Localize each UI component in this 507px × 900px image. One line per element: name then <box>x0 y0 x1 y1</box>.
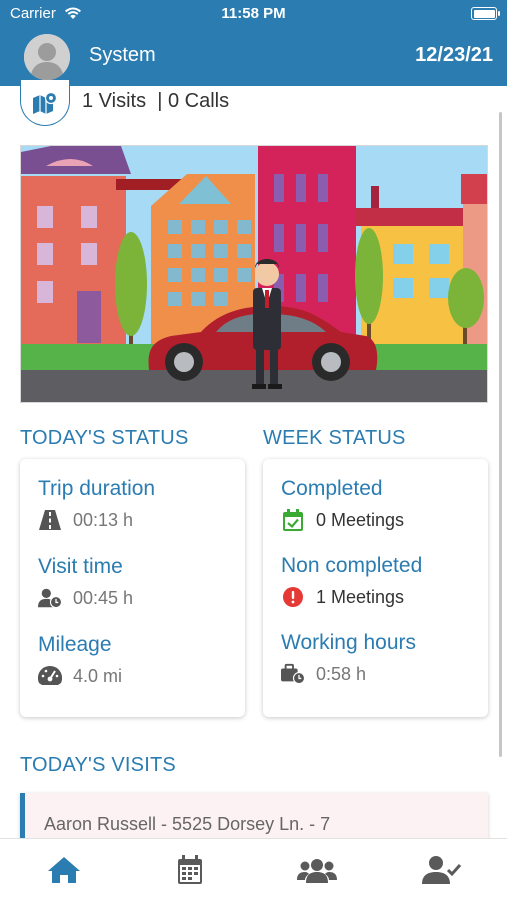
mileage-value: 4.0 mi <box>38 665 122 687</box>
working-hours-label: Working hours <box>281 631 417 654</box>
counts-text: 1 Visits | 0 Calls <box>82 90 230 112</box>
trip-duration-value: 00:13 h <box>38 509 133 531</box>
speedometer-icon <box>38 665 62 687</box>
working-hours-value: 0:58 h <box>281 663 366 685</box>
map-marker-icon[interactable] <box>20 80 70 126</box>
user-check-icon <box>422 856 462 884</box>
briefcase-clock-icon <box>281 663 305 685</box>
week-status-title: WEEK STATUS <box>263 427 406 449</box>
tab-contacts[interactable] <box>295 851 339 889</box>
road-icon <box>38 509 62 531</box>
scrollbar[interactable] <box>499 112 502 757</box>
user-silhouette-icon <box>24 34 70 80</box>
clock: 11:58 PM <box>221 5 286 22</box>
mileage-label: Mileage <box>38 633 112 656</box>
tab-calendar[interactable] <box>168 851 212 889</box>
user-name: System <box>89 44 156 66</box>
tab-home[interactable] <box>42 851 86 889</box>
hero-illustration <box>20 145 488 403</box>
app-header: Carrier 11:58 PM System 12/23/21 <box>0 0 507 86</box>
user-clock-icon <box>38 587 62 609</box>
visit-time-label: Visit time <box>38 555 123 578</box>
calendar-icon <box>178 855 202 884</box>
tab-profile[interactable] <box>420 851 464 889</box>
calendar-check-icon <box>281 509 305 531</box>
home-icon <box>48 857 80 883</box>
non-completed-label: Non completed <box>281 554 423 577</box>
completed-value: 0 Meetings <box>281 509 404 531</box>
users-icon <box>297 859 337 883</box>
non-completed-value: 1 Meetings <box>281 586 404 608</box>
completed-label: Completed <box>281 477 383 500</box>
exclamation-circle-icon <box>281 586 305 608</box>
todays-visits-title: TODAY'S VISITS <box>20 754 176 776</box>
visit-call-summary: 1 Visits | 0 Calls <box>20 80 490 126</box>
week-status-card: Completed 0 Meetings Non completed 1 Mee… <box>263 459 488 717</box>
trip-duration-label: Trip duration <box>38 477 156 500</box>
header-date: 12/23/21 <box>415 44 493 66</box>
visit-item-text: Aaron Russell - 5525 Dorsey Ln. - 7 <box>44 814 331 834</box>
today-status-title: TODAY'S STATUS <box>20 427 189 449</box>
battery-icon <box>471 7 500 20</box>
tab-bar <box>0 838 507 900</box>
status-bar: Carrier 11:58 PM <box>0 4 507 24</box>
visit-time-value: 00:45 h <box>38 587 133 609</box>
today-status-card: Trip duration 00:13 h Visit time 00:45 h… <box>20 459 245 717</box>
avatar[interactable] <box>24 34 70 80</box>
